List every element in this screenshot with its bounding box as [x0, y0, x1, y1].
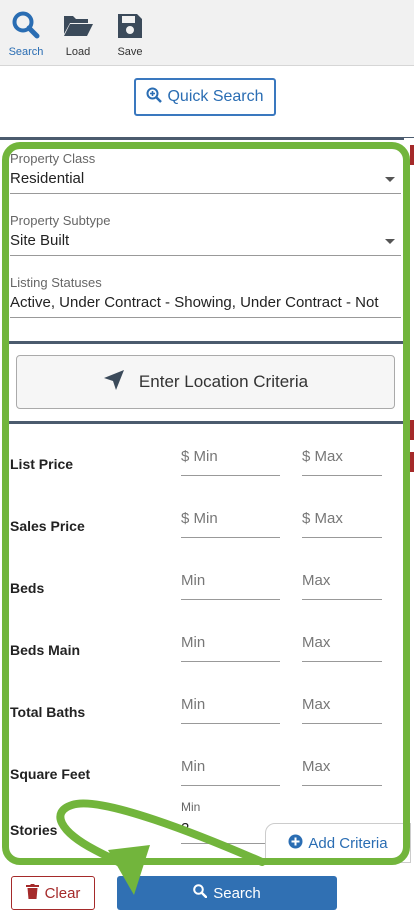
floppy-disk-icon — [105, 10, 155, 40]
property-subtype-label: Property Subtype — [10, 213, 111, 228]
input-placeholder: Min — [181, 696, 206, 713]
input-placeholder: Max — [302, 634, 331, 651]
quick-search-button[interactable]: Quick Search — [134, 78, 276, 116]
toolbar-search-button[interactable]: Search — [1, 10, 51, 58]
property-subtype-value: Site Built — [10, 232, 70, 249]
range-row-beds: Beds Min Max — [10, 568, 402, 608]
row-label: Beds Main — [10, 642, 81, 658]
toolbar-load-label: Load — [65, 46, 91, 58]
zoom-plus-icon — [146, 87, 163, 108]
search-icon — [193, 884, 208, 902]
background-edge — [404, 138, 414, 858]
toolbar-load-button[interactable]: Load — [53, 10, 103, 58]
field-underline — [10, 317, 401, 318]
property-class-select[interactable]: Property Class Residential — [10, 151, 401, 194]
range-row-total-baths: Total Baths Min Max — [10, 692, 402, 732]
range-row-list-price: List Price $ Min $ Max — [10, 444, 402, 484]
range-row-sales-price: Sales Price $ Min $ Max — [10, 506, 402, 546]
input-placeholder: Max — [302, 758, 331, 775]
property-subtype-select[interactable]: Property Subtype Site Built — [10, 213, 401, 256]
chevron-down-icon — [385, 177, 395, 182]
beds-main-min-input[interactable]: Min — [181, 630, 280, 662]
listing-statuses-value: Active, Under Contract - Showing, Under … — [10, 294, 379, 311]
search-button[interactable]: Search — [117, 876, 337, 910]
clear-button[interactable]: Clear — [11, 876, 95, 910]
toolbar-save-label: Save — [117, 46, 143, 58]
add-criteria-button[interactable]: Add Criteria — [265, 823, 411, 863]
section-divider — [0, 137, 414, 140]
list-price-min-input[interactable]: $ Min — [181, 444, 280, 476]
edge-marker — [410, 420, 414, 440]
row-label: Total Baths — [10, 704, 86, 720]
input-placeholder: Max — [302, 572, 331, 589]
listing-statuses-label: Listing Statuses — [10, 275, 102, 290]
clear-label: Clear — [44, 884, 81, 902]
quick-search-label: Quick Search — [167, 88, 264, 105]
range-row-square-feet: Square Feet Min Max — [10, 754, 402, 794]
square-feet-max-input[interactable]: Max — [302, 754, 382, 786]
total-baths-max-input[interactable]: Max — [302, 692, 382, 724]
add-criteria-label: Add Criteria — [308, 834, 388, 852]
beds-max-input[interactable]: Max — [302, 568, 382, 600]
search-screen: Search Load Save Quick Search Property C… — [0, 0, 414, 919]
enter-location-label: Enter Location Criteria — [138, 372, 309, 391]
beds-min-input[interactable]: Min — [181, 568, 280, 600]
row-label: Sales Price — [10, 518, 85, 534]
input-placeholder: $ Min — [181, 510, 218, 527]
range-row-beds-main: Beds Main Min Max — [10, 630, 402, 670]
property-class-label: Property Class — [10, 151, 96, 166]
row-label: Square Feet — [10, 766, 91, 782]
plus-circle-icon — [288, 834, 303, 853]
property-class-value: Residential — [10, 170, 85, 187]
list-price-max-input[interactable]: $ Max — [302, 444, 382, 476]
folder-open-icon — [53, 10, 103, 40]
input-placeholder: Min — [181, 572, 206, 589]
sales-price-max-input[interactable]: $ Max — [302, 506, 382, 538]
search-label: Search — [213, 884, 261, 902]
beds-main-max-input[interactable]: Max — [302, 630, 382, 662]
stories-label: Stories — [10, 822, 58, 838]
input-placeholder: $ Max — [302, 510, 343, 527]
total-baths-min-input[interactable]: Min — [181, 692, 280, 724]
field-underline — [10, 255, 401, 256]
input-placeholder: Min — [181, 758, 206, 775]
enter-location-button[interactable]: Enter Location Criteria — [16, 355, 395, 409]
quick-search-area: Quick Search — [0, 66, 414, 138]
section-divider — [6, 341, 404, 344]
listing-statuses-select[interactable]: Listing Statuses Active, Under Contract … — [10, 275, 401, 318]
field-underline — [10, 193, 401, 194]
sales-price-min-input[interactable]: $ Min — [181, 506, 280, 538]
row-label: Beds — [10, 580, 45, 596]
toolbar-save-button[interactable]: Save — [105, 10, 155, 58]
toolbar-search-label: Search — [8, 46, 44, 58]
stories-min-label: Min — [181, 800, 201, 814]
trash-icon — [25, 883, 39, 903]
top-toolbar: Search Load Save — [0, 0, 414, 66]
row-label: List Price — [10, 456, 74, 472]
edge-marker — [410, 452, 414, 472]
chevron-down-icon — [385, 239, 395, 244]
square-feet-min-input[interactable]: Min — [181, 754, 280, 786]
search-icon — [1, 10, 51, 40]
input-placeholder: $ Min — [181, 448, 218, 465]
input-placeholder: Min — [181, 634, 206, 651]
stories-min-value: 2 — [181, 820, 190, 837]
edge-marker — [410, 145, 414, 165]
input-placeholder: $ Max — [302, 448, 343, 465]
section-divider — [6, 421, 404, 424]
location-arrow-icon — [103, 369, 125, 396]
input-placeholder: Max — [302, 696, 331, 713]
